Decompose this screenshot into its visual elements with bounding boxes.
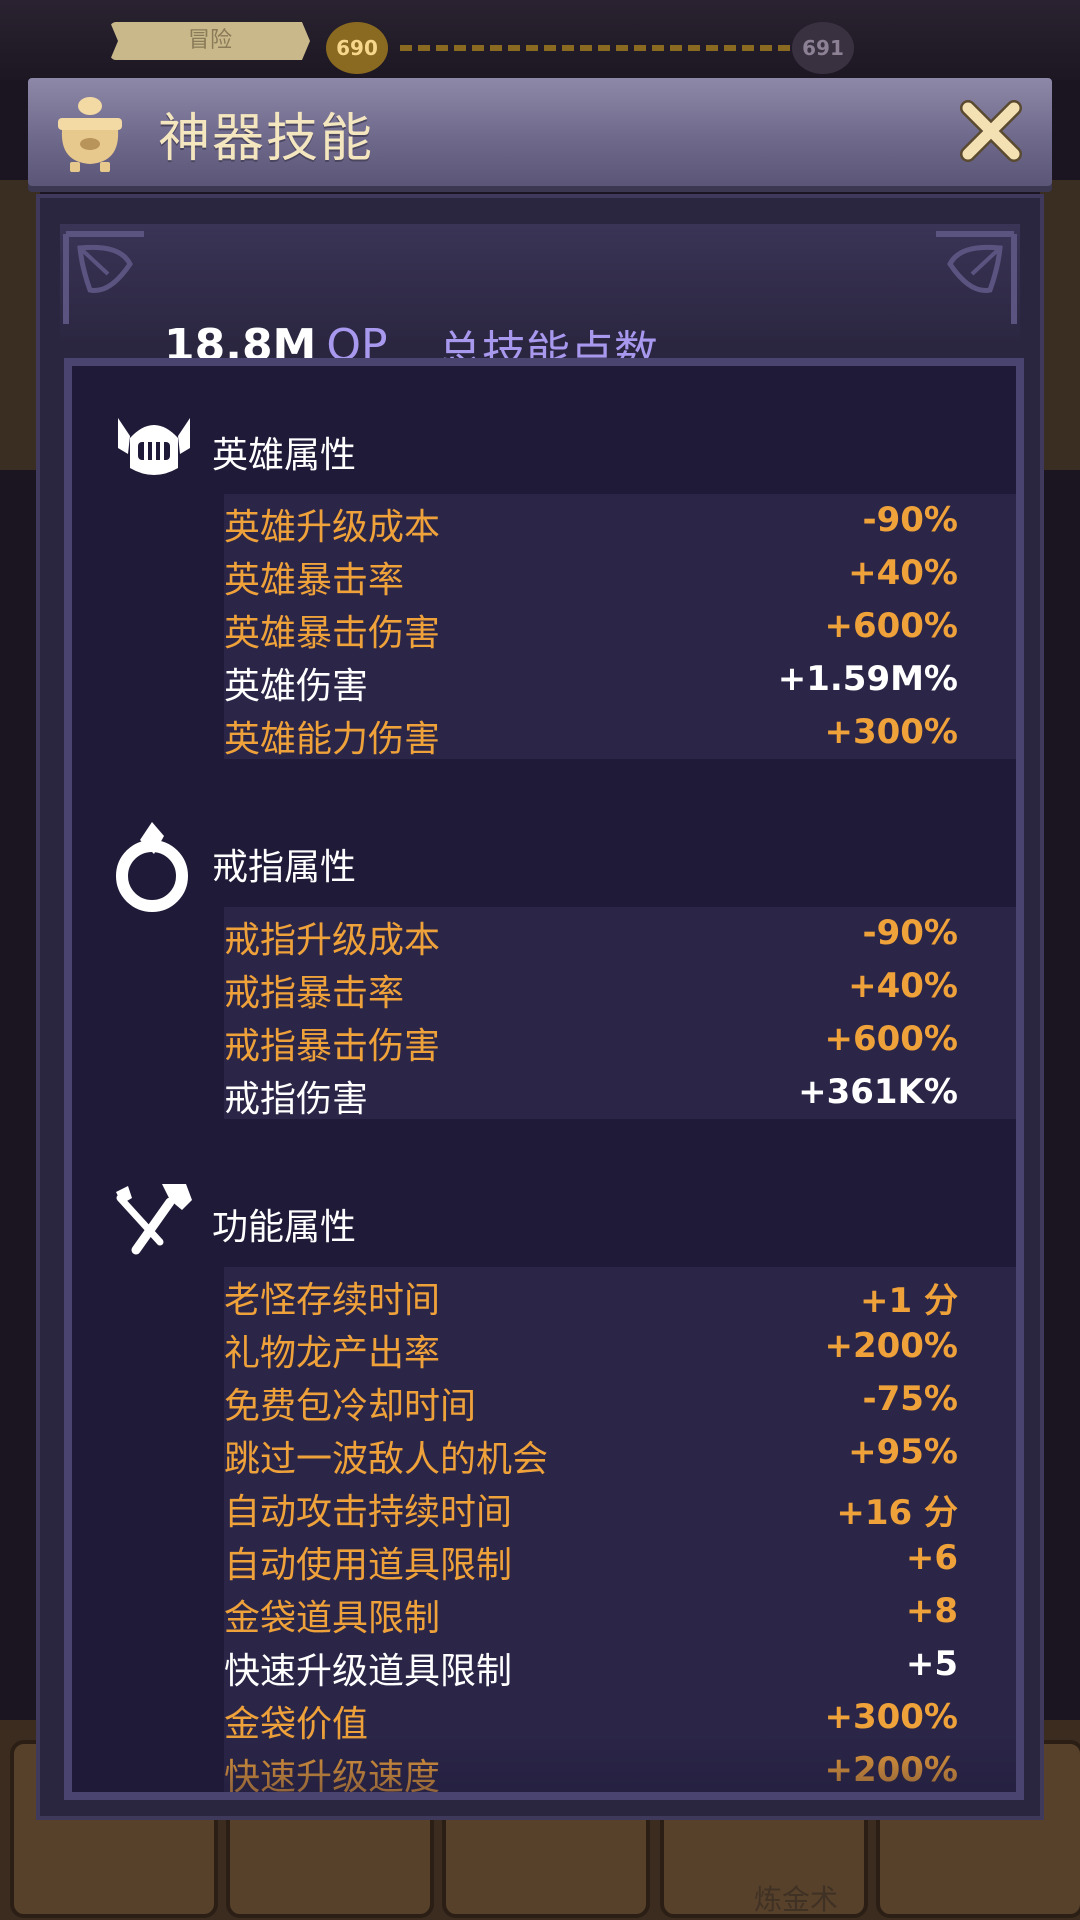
stat-value: +600% [824,1019,958,1059]
stat-name: 英雄升级成本 [224,507,441,548]
section-function-rows: 老怪存续时间 +1 分 礼物龙产出率 +200% 免费包冷却时间 -75% 跳过一波敌… [224,1267,1016,1798]
stat-name: 金袋价值 [224,1704,369,1745]
hammer-tools-icon [116,1184,192,1255]
stat-row: 跳过一波敌人的机会 +95% [224,1426,1016,1480]
stat-row: 英雄暴击率 +40% [224,547,1016,601]
stat-value: +361K% [798,1072,958,1112]
stat-row: 自动使用道具限制 +6 [224,1532,1016,1586]
stat-row: 快速升级速度 +200% [224,1744,1016,1798]
stat-value: +200% [824,1750,958,1790]
stage-progress-path [400,45,790,51]
stat-row: 英雄升级成本 -90% [224,494,1016,548]
stat-value: +6 [905,1538,958,1578]
stat-value: +300% [824,1697,958,1737]
section-ring-title: 戒指属性 [212,847,357,888]
close-icon[interactable] [956,96,1026,166]
stage-current-badge: 690 [326,22,388,74]
stat-row: 金袋价值 +300% [224,1691,1016,1745]
stat-name: 戒指暴击伤害 [224,1026,441,1067]
stat-name: 戒指升级成本 [224,920,441,961]
stat-row: 免费包冷却时间 -75% [224,1373,1016,1427]
ring-icon [116,822,188,912]
game-top-bar: 冒险 690 691 [0,0,1080,80]
stat-name: 英雄能力伤害 [224,719,441,760]
ornament-left-icon [63,231,144,324]
stat-name: 金袋道具限制 [224,1598,441,1639]
stat-value: +300% [824,712,958,752]
stat-name: 英雄暴击伤害 [224,613,441,654]
stat-value: -90% [862,500,959,540]
stage-next-badge: 691 [792,22,854,74]
stat-name: 英雄伤害 [224,666,369,707]
stat-name: 戒指暴击率 [224,973,405,1014]
stat-row: 英雄能力伤害 +300% [224,706,1016,760]
stat-value: +200% [824,1326,958,1366]
section-ring-rows: 戒指升级成本 -90% 戒指暴击率 +40% 戒指暴击伤害 +600% 戒指伤害 +36… [224,907,1016,1120]
bottom-tab-alchemy-label: 炼金术 [753,1883,838,1916]
section-hero-title: 英雄属性 [212,435,357,476]
knight-helmet-icon [118,418,190,475]
dialog-body: 18.8M QP 总技能点数 英雄属性 英雄升级成本 -90% 英雄暴击率 +40 [36,194,1044,1820]
stat-row: 戒指升级成本 -90% [224,907,1016,961]
stat-name: 快速升级道具限制 [224,1651,513,1692]
stat-row: 礼物龙产出率 +200% [224,1320,1016,1374]
stat-value: +1.59M% [777,659,958,699]
stat-row: 戒指暴击伤害 +600% [224,1013,1016,1067]
stat-value: +8 [905,1591,958,1631]
stat-name: 免费包冷却时间 [224,1386,477,1427]
stat-value: +16 分 [836,1493,958,1533]
artifact-skills-dialog: 神器技能 18.8M QP 总技能点数 英雄属性 英雄升级成本 -90% 英雄暴… [28,78,1052,1820]
stat-name: 自动攻击持续时间 [224,1492,513,1533]
stat-value: +600% [824,606,958,646]
stat-value: +95% [848,1432,958,1472]
ornament-right-icon [936,231,1017,324]
stat-name: 跳过一波敌人的机会 [224,1439,549,1480]
stat-value: +1 分 [860,1281,958,1321]
stat-name: 戒指伤害 [224,1079,369,1120]
stat-value: -75% [862,1379,959,1419]
stat-name: 自动使用道具限制 [224,1545,513,1586]
section-function-title: 功能属性 [212,1207,357,1248]
stat-row: 金袋道具限制 +8 [224,1585,1016,1639]
section-hero-rows: 英雄升级成本 -90% 英雄暴击率 +40% 英雄暴击伤害 +600% 英雄伤害 +1.… [224,494,1016,760]
dialog-title: 神器技能 [158,109,375,169]
dialog-header: 神器技能 [28,78,1052,186]
skills-list-panel[interactable]: 英雄属性 英雄升级成本 -90% 英雄暴击率 +40% 英雄暴击伤害 +600% 英雄… [64,358,1024,1800]
stat-row: 戒指暴击率 +40% [224,960,1016,1014]
stat-row: 老怪存续时间 +1 分 [224,1267,1016,1321]
stat-name: 快速升级速度 [224,1757,441,1798]
stat-row: 英雄暴击伤害 +600% [224,600,1016,654]
stat-value: +5 [905,1644,958,1684]
stat-name: 老怪存续时间 [224,1280,441,1321]
stat-name: 英雄暴击率 [224,560,405,601]
cauldron-icon [58,97,122,172]
stat-row: 自动攻击持续时间 +16 分 [224,1479,1016,1533]
adventure-flag: 冒险 [110,22,310,60]
stat-value: +40% [848,553,958,593]
stat-row: 戒指伤害 +361K% [224,1066,1016,1120]
stat-name: 礼物龙产出率 [224,1333,441,1374]
stat-value: +40% [848,966,958,1006]
stat-row: 英雄伤害 +1.59M% [224,653,1016,707]
stat-value: -90% [862,913,959,953]
stat-row: 快速升级道具限制 +5 [224,1638,1016,1692]
